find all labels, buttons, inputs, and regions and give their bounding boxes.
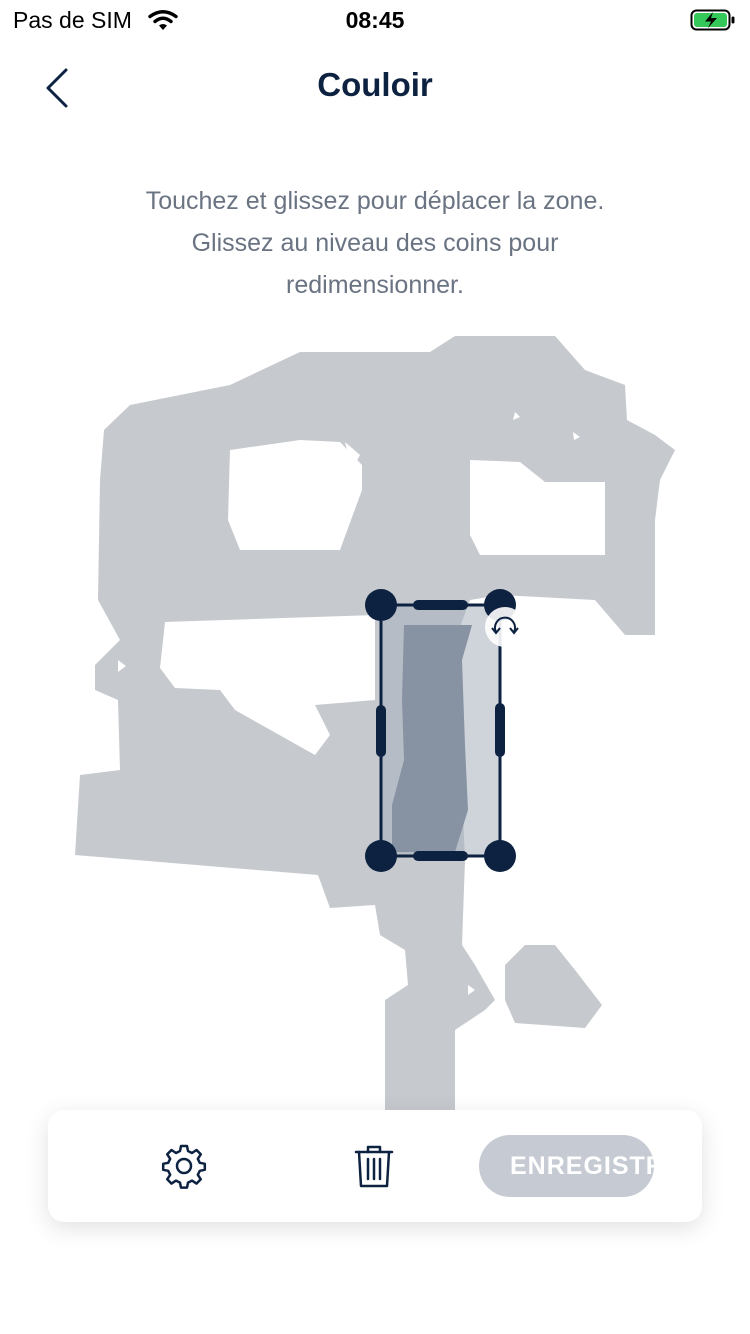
trash-icon[interactable] xyxy=(348,1140,400,1192)
zone-corner-handle-bottom-right[interactable] xyxy=(484,840,516,872)
map-floor-area xyxy=(75,336,675,1110)
rotate-icon[interactable] xyxy=(485,607,525,647)
page-title: Couloir xyxy=(317,66,433,103)
instructions-line-3: redimensionner. xyxy=(286,271,464,299)
instructions-text: Touchez et glissez pour déplacer la zone… xyxy=(80,180,670,306)
zone-corner-handle-bottom-left[interactable] xyxy=(365,840,397,872)
save-button[interactable]: ENREGISTRER xyxy=(479,1135,654,1197)
clock: 08:45 xyxy=(345,7,405,33)
gear-icon[interactable] xyxy=(158,1140,210,1192)
nav-bar: Couloir xyxy=(0,48,750,120)
floor-map[interactable] xyxy=(0,320,750,1120)
instructions-line-1: Touchez et glissez pour déplacer la zone… xyxy=(145,187,605,215)
instructions-line-2: Glissez au niveau des coins pour xyxy=(191,229,559,257)
battery-charging-icon xyxy=(690,9,735,31)
bottom-toolbar: ENREGISTRER xyxy=(48,1110,702,1222)
zone-floor-inner xyxy=(392,625,472,852)
cleaning-zone[interactable] xyxy=(365,589,525,872)
status-bar: Pas de SIM 08:45 xyxy=(0,0,750,40)
zone-corner-handle-top-left[interactable] xyxy=(365,589,397,621)
